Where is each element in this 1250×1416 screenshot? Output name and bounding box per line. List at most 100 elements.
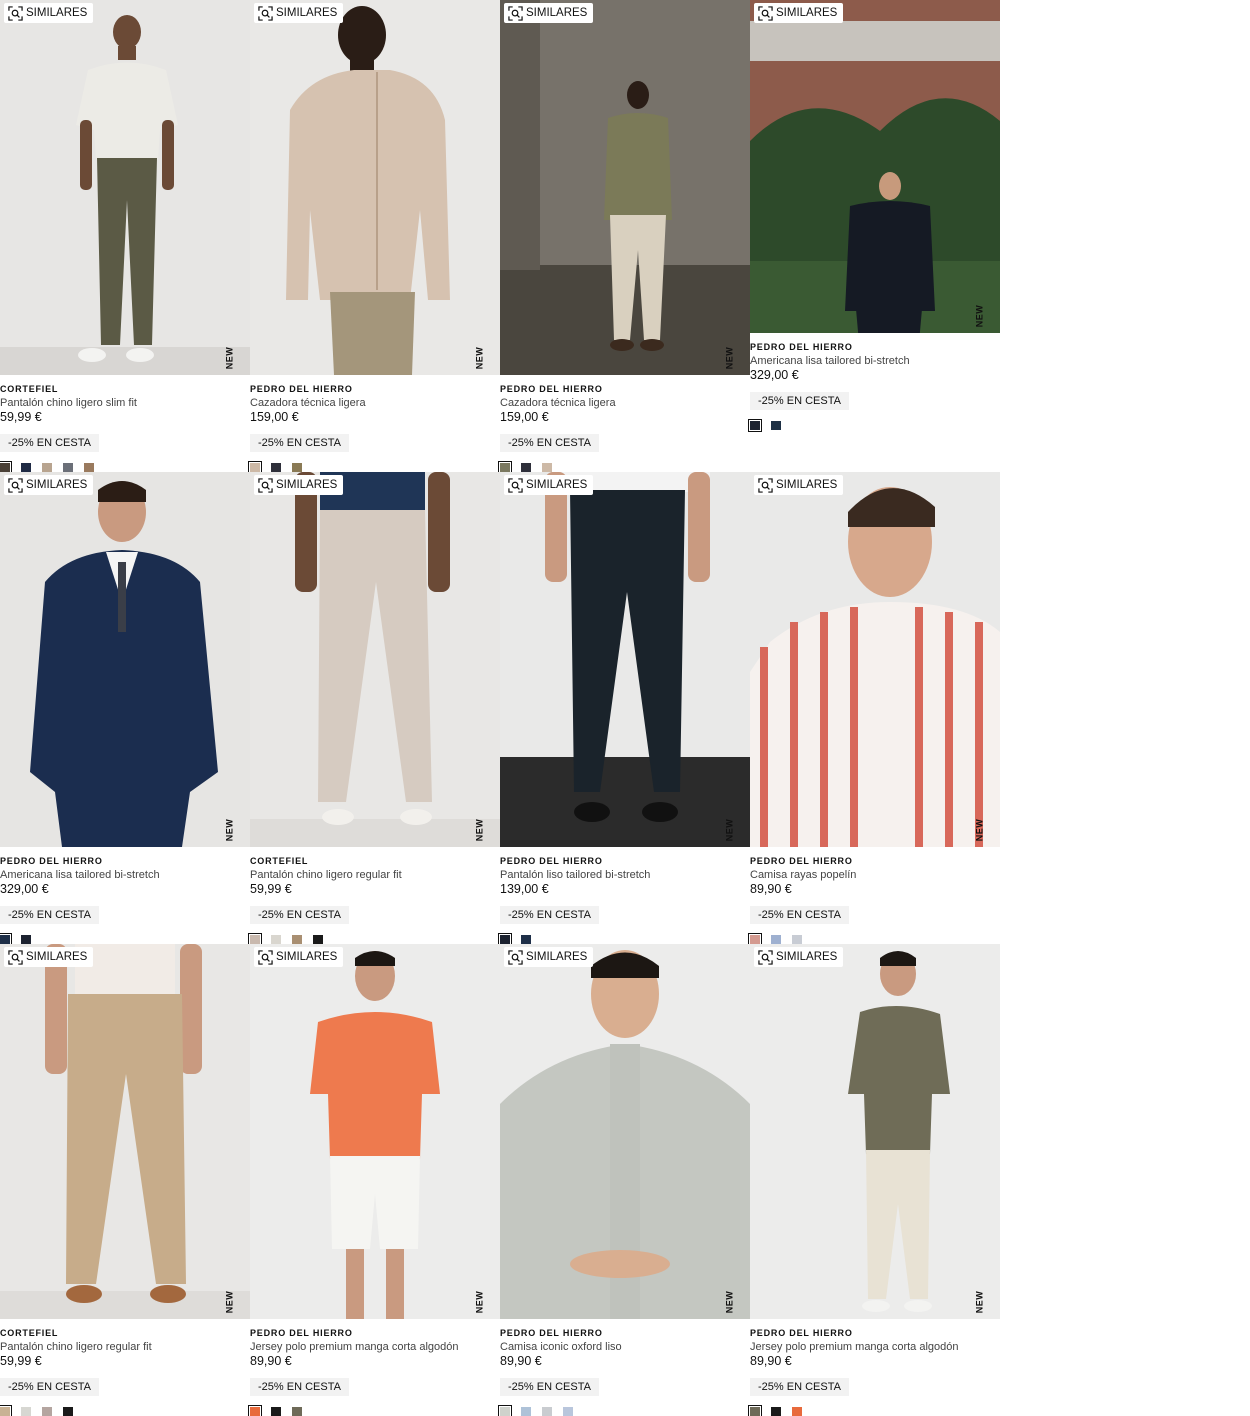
product-name[interactable]: Camisa iconic oxford liso <box>500 1340 750 1354</box>
similar-label: SIMILARES <box>276 951 338 963</box>
product-info: PEDRO DEL HIERRO Camisa rayas popelín 89… <box>750 855 1000 924</box>
similar-button[interactable]: SIMILARES <box>254 947 344 967</box>
color-swatch[interactable] <box>63 463 73 472</box>
product-name[interactable]: Pantalón chino ligero regular fit <box>0 1340 250 1354</box>
product-photo[interactable]: SIMILARES NEW <box>500 944 750 1319</box>
color-swatch[interactable] <box>771 421 781 430</box>
color-swatch[interactable] <box>0 461 12 474</box>
color-swatch[interactable] <box>748 419 762 432</box>
product-photo[interactable]: SIMILARES NEW <box>750 0 1000 333</box>
color-swatch[interactable] <box>0 933 12 946</box>
similar-button[interactable]: SIMILARES <box>4 947 94 967</box>
product-photo[interactable]: SIMILARES NEW <box>500 0 750 375</box>
product-card[interactable]: SIMILARES NEW PEDRO DEL HIERRO Camisa ic… <box>498 944 750 1416</box>
promo-badge: -25% EN CESTA <box>0 1378 99 1396</box>
similar-button[interactable]: SIMILARES <box>504 475 594 495</box>
visual-search-icon <box>258 477 273 493</box>
color-swatch[interactable] <box>748 933 762 946</box>
color-swatch[interactable] <box>248 461 262 474</box>
model-figure <box>750 487 1000 847</box>
product-name[interactable]: Cazadora técnica ligera <box>500 396 750 410</box>
product-name[interactable]: Pantalón liso tailored bi-stretch <box>500 868 750 882</box>
color-swatch[interactable] <box>21 935 31 944</box>
product-card[interactable]: SIMILARES NEW PEDRO DEL HIERRO Jersey po… <box>748 944 1000 1416</box>
visual-search-icon <box>8 5 23 21</box>
product-card[interactable]: SIMILARES NEW PEDRO DEL HIERRO Americana… <box>0 472 250 946</box>
product-card[interactable]: SIMILARES NEW PEDRO DEL HIERRO Cazadora … <box>248 0 500 474</box>
product-info: PEDRO DEL HIERRO Cazadora técnica ligera… <box>500 383 750 452</box>
product-name[interactable]: Jersey polo premium manga corta algodón <box>750 1340 1000 1354</box>
product-card[interactable]: SIMILARES NEW CORTEFIEL Pantalón chino l… <box>0 0 250 474</box>
model-figure <box>30 481 218 847</box>
product-price: 89,90 € <box>250 1354 292 1368</box>
product-card[interactable]: SIMILARES NEW PEDRO DEL HIERRO Camisa ra… <box>748 472 1000 946</box>
product-card[interactable]: SIMILARES NEW CORTEFIEL Pantalón chino l… <box>0 944 250 1416</box>
promo-badge: -25% EN CESTA <box>0 434 99 452</box>
product-name[interactable]: Americana lisa tailored bi-stretch <box>750 354 1000 368</box>
product-photo[interactable]: SIMILARES NEW <box>750 472 1000 847</box>
similar-label: SIMILARES <box>26 479 88 491</box>
color-swatch[interactable] <box>292 463 302 472</box>
similar-label: SIMILARES <box>276 479 338 491</box>
similar-label: SIMILARES <box>26 951 88 963</box>
product-name[interactable]: Pantalón chino ligero regular fit <box>250 868 500 882</box>
product-photo[interactable]: SIMILARES NEW <box>0 0 250 375</box>
color-swatch[interactable] <box>771 935 781 944</box>
visual-search-icon <box>508 949 523 965</box>
similar-button[interactable]: SIMILARES <box>4 475 94 495</box>
product-name[interactable]: Camisa rayas popelín <box>750 868 1000 882</box>
color-swatch[interactable] <box>271 935 281 944</box>
color-swatch[interactable] <box>271 463 281 472</box>
similar-label: SIMILARES <box>526 479 588 491</box>
product-card[interactable]: SIMILARES NEW PEDRO DEL HIERRO Americana… <box>748 0 1000 472</box>
color-swatch[interactable] <box>521 935 531 944</box>
product-photo[interactable]: SIMILARES NEW <box>750 944 1000 1319</box>
product-photo[interactable]: SIMILARES NEW <box>250 0 500 375</box>
model-figure <box>500 0 672 351</box>
product-name[interactable]: Jersey polo premium manga corta algodón <box>250 1340 500 1354</box>
product-brand: PEDRO DEL HIERRO <box>750 1328 853 1338</box>
similar-button[interactable]: SIMILARES <box>504 947 594 967</box>
similar-button[interactable]: SIMILARES <box>254 3 344 23</box>
color-swatch[interactable] <box>313 935 323 944</box>
color-swatch[interactable] <box>498 933 512 946</box>
color-swatch[interactable] <box>84 463 94 472</box>
similar-button[interactable]: SIMILARES <box>754 3 844 23</box>
model-figure <box>310 951 440 1319</box>
similar-button[interactable]: SIMILARES <box>754 475 844 495</box>
product-name[interactable]: Pantalón chino ligero slim fit <box>0 396 250 410</box>
color-swatch[interactable] <box>498 461 512 474</box>
color-swatch[interactable] <box>521 463 531 472</box>
promo-badge: -25% EN CESTA <box>500 1378 599 1396</box>
product-card[interactable]: SIMILARES NEW PEDRO DEL HIERRO Jersey po… <box>248 944 500 1416</box>
product-name[interactable]: Americana lisa tailored bi-stretch <box>0 868 250 882</box>
similar-button[interactable]: SIMILARES <box>4 3 94 23</box>
product-card[interactable]: SIMILARES NEW PEDRO DEL HIERRO Cazadora … <box>498 0 750 474</box>
product-photo[interactable]: SIMILARES NEW <box>0 944 250 1319</box>
promo-badge: -25% EN CESTA <box>250 1378 349 1396</box>
visual-search-icon <box>508 477 523 493</box>
product-photo[interactable]: SIMILARES NEW <box>250 472 500 847</box>
product-card[interactable]: SIMILARES NEW CORTEFIEL Pantalón chino l… <box>248 472 500 946</box>
similar-button[interactable]: SIMILARES <box>504 3 594 23</box>
color-swatch[interactable] <box>292 935 302 944</box>
color-swatch[interactable] <box>21 463 31 472</box>
color-swatch[interactable] <box>248 933 262 946</box>
color-swatch[interactable] <box>542 463 552 472</box>
product-photo[interactable]: SIMILARES NEW <box>250 944 500 1319</box>
model-figure <box>500 950 750 1319</box>
product-card[interactable]: SIMILARES NEW PEDRO DEL HIERRO Pantalón … <box>498 472 750 946</box>
product-photo[interactable]: SIMILARES NEW <box>0 472 250 847</box>
product-info: CORTEFIEL Pantalón chino ligero regular … <box>0 1327 250 1396</box>
similar-label: SIMILARES <box>776 7 838 19</box>
similar-button[interactable]: SIMILARES <box>254 475 344 495</box>
product-price: 59,99 € <box>250 882 292 896</box>
color-swatch[interactable] <box>42 463 52 472</box>
color-swatch[interactable] <box>792 935 802 944</box>
product-name[interactable]: Cazadora técnica ligera <box>250 396 500 410</box>
product-info: PEDRO DEL HIERRO Jersey polo premium man… <box>250 1327 500 1396</box>
similar-button[interactable]: SIMILARES <box>754 947 844 967</box>
product-brand: PEDRO DEL HIERRO <box>500 856 603 866</box>
similar-label: SIMILARES <box>276 7 338 19</box>
product-photo[interactable]: SIMILARES NEW <box>500 472 750 847</box>
